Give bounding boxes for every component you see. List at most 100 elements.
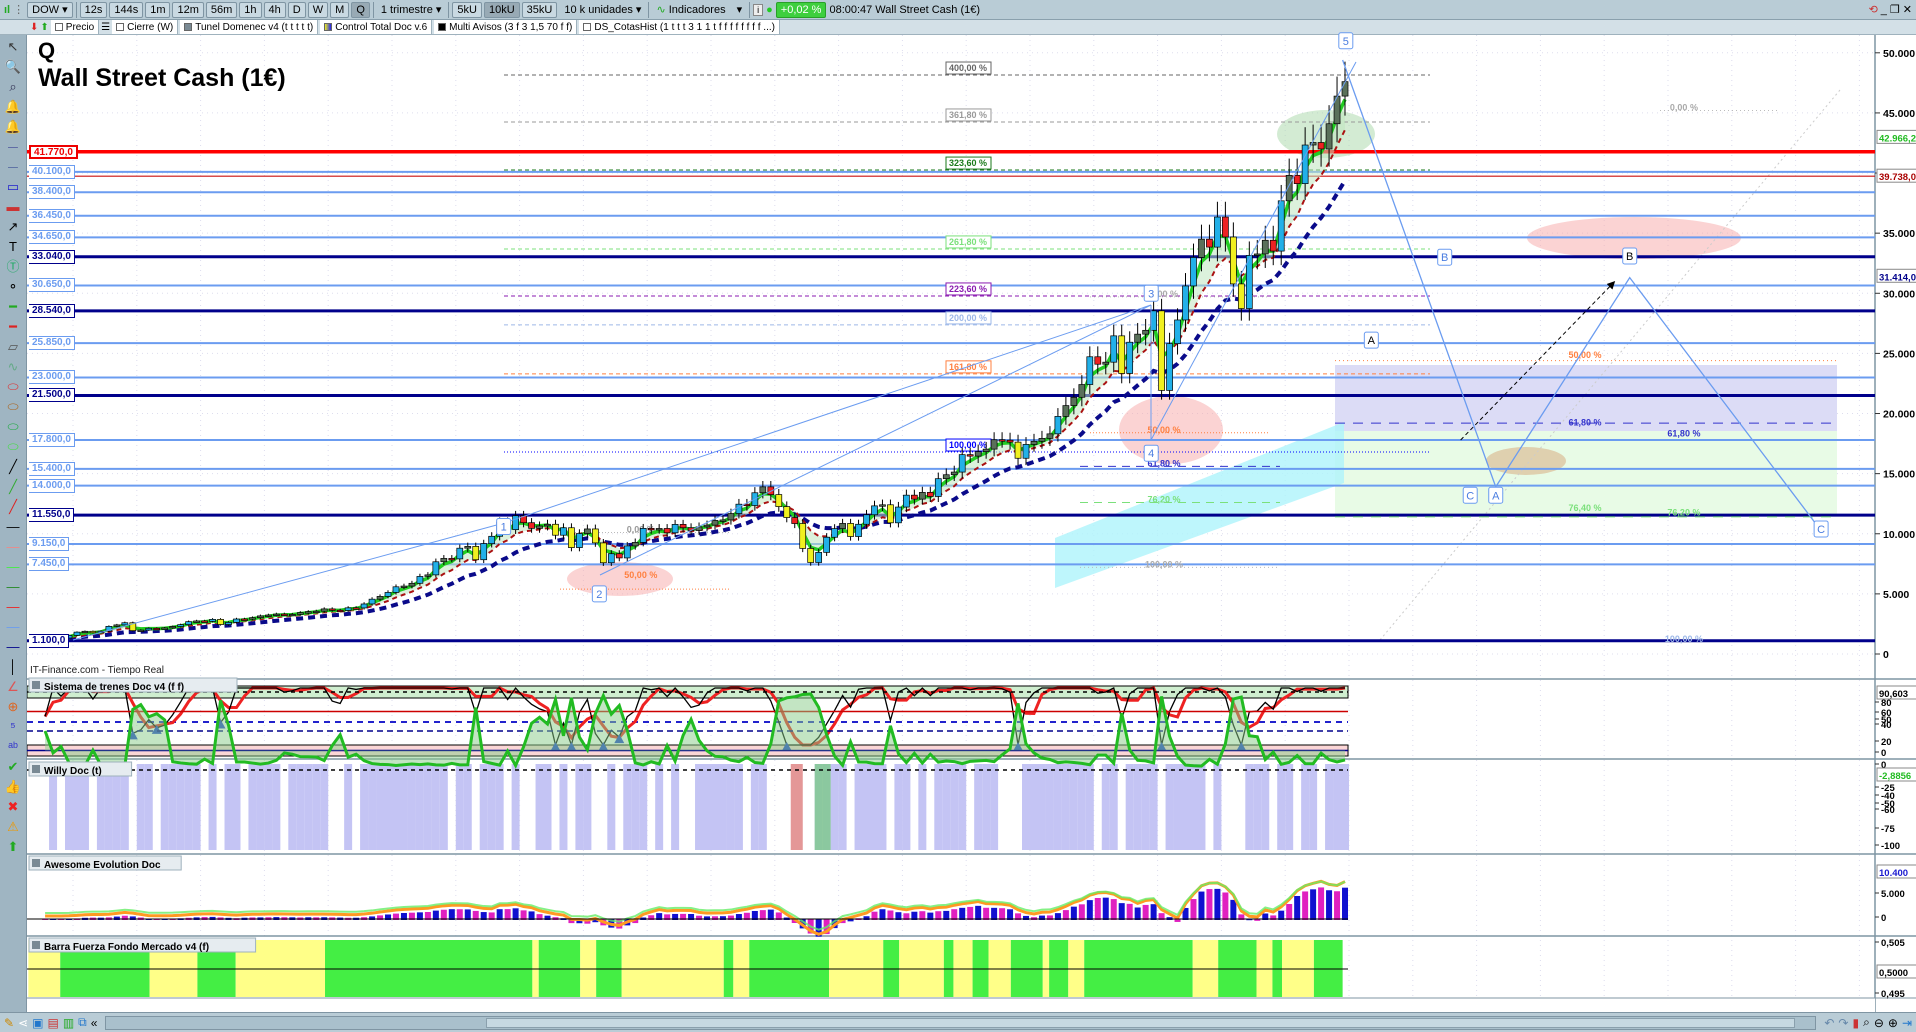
level-price-label[interactable]: 25.850,0 [29, 336, 75, 351]
candle-body[interactable] [639, 527, 647, 543]
pointer-icon[interactable]: ↖ [2, 39, 24, 56]
level-price-label[interactable]: 15.400,0 [29, 461, 75, 476]
candle-body[interactable] [607, 553, 615, 564]
share-icon[interactable]: ⋖ [18, 1016, 28, 1030]
candle-body[interactable] [950, 471, 958, 476]
candle-body[interactable] [1070, 396, 1078, 406]
hline-navy-icon[interactable]: — [2, 639, 24, 656]
candle-body[interactable] [209, 619, 216, 622]
candle-body[interactable] [384, 592, 392, 597]
zoom-icon[interactable]: 🔍 [2, 59, 24, 76]
candle-body[interactable] [918, 492, 926, 500]
candle-body[interactable] [759, 486, 767, 494]
candle-body[interactable] [177, 624, 185, 627]
panel-title-barra[interactable]: Barra Fuerza Fondo Mercado v4 (f) [28, 937, 257, 953]
candle-body[interactable] [671, 524, 679, 534]
candle-body[interactable] [990, 439, 998, 450]
elliott-abc-icon[interactable]: ᵃᵇ [2, 739, 24, 756]
candle-body[interactable] [926, 492, 934, 497]
circle-target-icon[interactable]: ⊕ [2, 699, 24, 716]
candle-body[interactable] [257, 615, 264, 619]
candle-body[interactable] [193, 620, 200, 623]
candle-body[interactable] [544, 523, 551, 527]
ray-green-icon[interactable]: ━ [2, 299, 24, 316]
chart-type-icon[interactable]: ▮ [1852, 1016, 1859, 1030]
scroll-end-icon[interactable]: ⇥ [1902, 1016, 1912, 1030]
candle-body[interactable] [623, 545, 631, 559]
candle-body[interactable] [344, 607, 352, 611]
candle-body[interactable] [368, 598, 376, 605]
candle-body[interactable] [791, 517, 799, 524]
candle-body[interactable] [488, 535, 496, 544]
candle-body[interactable] [288, 613, 296, 617]
level-price-label[interactable]: 21.500,0 [29, 388, 75, 403]
angle-icon[interactable]: ∠ [2, 679, 24, 696]
candle-body[interactable] [241, 618, 248, 621]
level-price-label[interactable]: 28.540,0 [29, 303, 75, 318]
ellipse-red-icon[interactable]: ⬭ [2, 379, 24, 396]
level-price-label[interactable]: 9.150,0 [29, 536, 70, 551]
candle-body[interactable] [775, 494, 783, 507]
candle-body[interactable] [1269, 239, 1277, 252]
level-price-label[interactable]: 23.000,0 [29, 370, 75, 385]
ellipse-lime-icon[interactable]: ⬭ [2, 439, 24, 456]
elliott-impulse-icon[interactable]: ⁵ [2, 719, 24, 736]
level-price-label[interactable]: 36.450,0 [29, 208, 75, 223]
undo-icon[interactable]: ↶ [1824, 1016, 1834, 1030]
candle-body[interactable] [958, 454, 966, 473]
text-icon[interactable]: T [2, 239, 24, 256]
candle-body[interactable] [663, 528, 671, 534]
candle-body[interactable] [1206, 238, 1213, 248]
candle-body[interactable] [456, 547, 464, 560]
hline-pink-icon[interactable]: — [2, 539, 24, 556]
candle-body[interactable] [815, 552, 823, 563]
candle-body[interactable] [1054, 416, 1062, 435]
candle-body[interactable] [336, 609, 344, 613]
filled-rect-icon[interactable]: ▬ [2, 199, 24, 216]
candle-body[interactable] [1158, 310, 1165, 391]
alert-bell-icon[interactable]: 🔔 [2, 119, 24, 136]
candle-body[interactable] [631, 542, 639, 547]
candle-body[interactable] [783, 506, 791, 518]
candle-body[interactable] [448, 558, 456, 561]
candle-body[interactable] [320, 608, 328, 612]
candle-body[interactable] [703, 524, 711, 528]
columns-icon[interactable]: ▥ [63, 1016, 74, 1030]
candle-body[interactable] [1214, 216, 1221, 248]
candle-body[interactable] [249, 617, 256, 620]
pencil-icon[interactable]: ✎ [4, 1016, 14, 1030]
candle-body[interactable] [1261, 239, 1269, 255]
panel-toggle-icon[interactable] [32, 941, 40, 949]
candle-body[interactable] [73, 631, 81, 636]
candle-body[interactable] [273, 613, 280, 616]
candle-body[interactable] [81, 630, 89, 634]
candle-body[interactable] [89, 630, 97, 634]
candle-body[interactable] [903, 494, 910, 508]
candle-body[interactable] [1198, 238, 1205, 258]
warning-icon[interactable]: ⚠ [2, 819, 24, 836]
segment-icon[interactable]: ⚬ [2, 279, 24, 296]
hline-black-icon[interactable]: — [2, 519, 24, 536]
candle-body[interactable] [1222, 216, 1229, 238]
delete-icon[interactable]: ✖ [2, 799, 24, 816]
candle-body[interactable] [855, 523, 862, 537]
candle-body[interactable] [719, 519, 727, 522]
candle-body[interactable] [711, 520, 719, 526]
scrollbar-thumb[interactable] [486, 1017, 1796, 1028]
candle-body[interactable] [1317, 142, 1325, 150]
redo-icon[interactable]: ↷ [1838, 1016, 1848, 1030]
candle-body[interactable] [982, 448, 990, 452]
candle-body[interactable] [296, 612, 304, 615]
candle-body[interactable] [201, 620, 208, 623]
ellipse-brown-icon[interactable]: ⬭ [2, 399, 24, 416]
candle-body[interactable] [1277, 200, 1285, 252]
candle-body[interactable] [1118, 335, 1126, 374]
candle-body[interactable] [1102, 361, 1110, 365]
rectangle-icon[interactable]: ▭ [2, 179, 24, 196]
panel-toggle-icon[interactable] [32, 681, 40, 689]
candle-body[interactable] [400, 585, 408, 588]
candle-body[interactable] [480, 543, 488, 561]
level-price-label[interactable]: 41.770,0 [29, 144, 78, 159]
candle-body[interactable] [1166, 343, 1173, 391]
level-price-label[interactable]: 38.400,0 [29, 185, 75, 200]
